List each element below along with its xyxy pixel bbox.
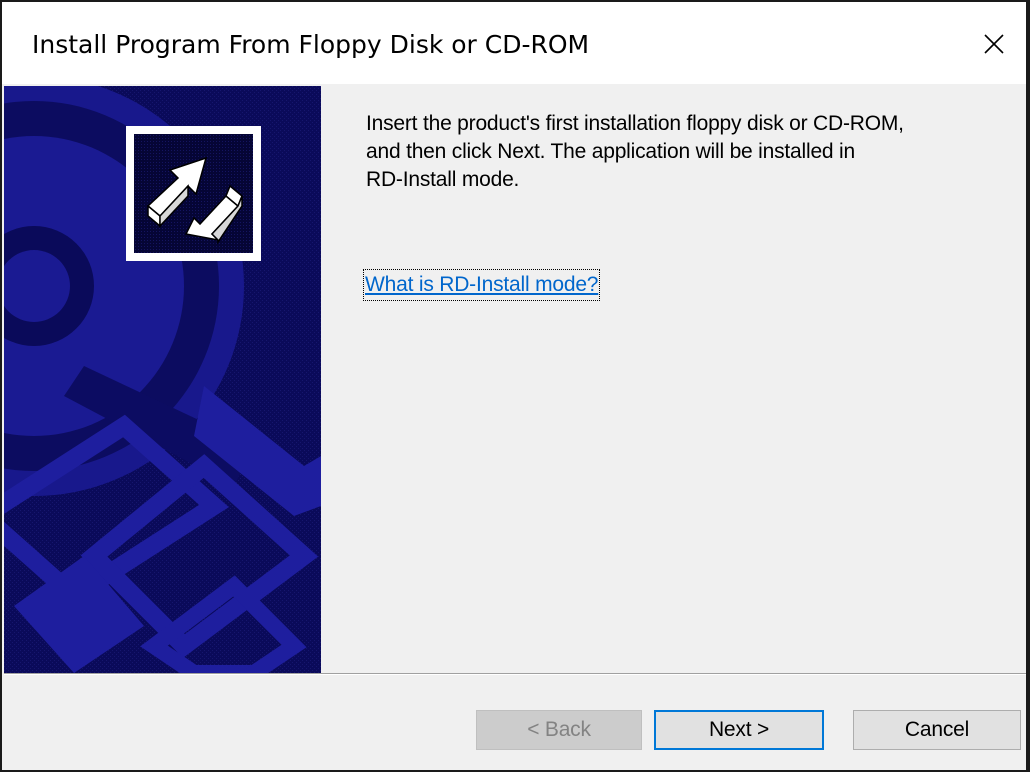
instructions-line-3: RD-Install mode.: [366, 168, 520, 191]
button-bar: < Back Next > Cancel: [4, 675, 1026, 770]
close-icon: [984, 34, 1004, 54]
install-dialog: Install Program From Floppy Disk or CD-R…: [0, 0, 1030, 772]
wizard-banner: [4, 86, 321, 673]
instructions-text: Insert the product's first installation …: [366, 110, 1006, 194]
install-arrow-icon: [126, 126, 261, 261]
instructions-line-1: Insert the product's first installation …: [366, 112, 904, 135]
title-bar[interactable]: Install Program From Floppy Disk or CD-R…: [2, 2, 1026, 84]
instructions-line-2: and then click Next. The application wil…: [366, 140, 855, 163]
window-title: Install Program From Floppy Disk or CD-R…: [32, 30, 590, 59]
close-button[interactable]: [962, 12, 1026, 76]
cancel-button[interactable]: Cancel: [853, 710, 1021, 750]
rd-install-help-link[interactable]: What is RD-Install mode?: [362, 269, 601, 301]
back-button[interactable]: < Back: [476, 710, 642, 750]
next-button[interactable]: Next >: [654, 710, 824, 750]
content-panel: Insert the product's first installation …: [321, 86, 1026, 673]
